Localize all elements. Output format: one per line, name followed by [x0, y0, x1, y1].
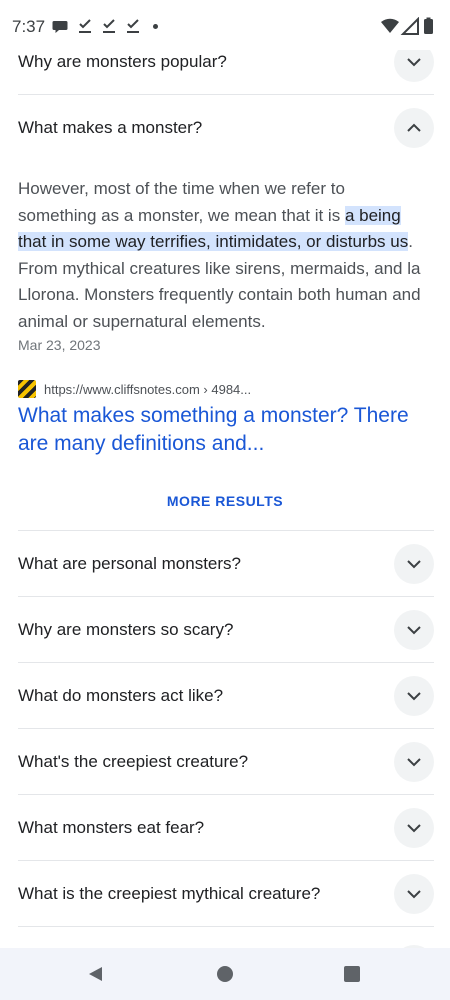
result-source[interactable]: https://www.cliffsnotes.com › 4984... [18, 379, 251, 399]
faq-question: What monsters eat fear? [18, 817, 205, 837]
chevron-down-icon[interactable] [394, 675, 434, 716]
faq-item[interactable]: What are personal monsters? [18, 531, 434, 597]
home-icon[interactable] [213, 962, 237, 986]
notification-dot-icon [153, 24, 158, 29]
check-download-icon [79, 19, 91, 33]
check-download-icon [127, 19, 139, 33]
faq-item[interactable]: Why are monsters so scary? [18, 597, 434, 663]
check-download-icon [103, 19, 115, 33]
search-results-content: Why are monsters popular? What makes a m… [0, 0, 450, 948]
faq-item[interactable]: What monsters eat fear? [18, 795, 434, 861]
faq-question: Why are monsters so scary? [18, 619, 234, 639]
faq-question: What is the creepiest mythical creature? [18, 883, 321, 903]
wifi-icon [381, 18, 399, 33]
chevron-down-icon[interactable] [394, 873, 434, 914]
faq-item-partial[interactable] [18, 927, 434, 948]
faq-item[interactable]: What's the creepiest creature? [18, 729, 434, 795]
chevron-down-icon[interactable] [394, 807, 434, 848]
recents-icon[interactable] [340, 962, 364, 986]
navigation-bar [0, 948, 450, 1000]
faq-question: What's the creepiest creature? [18, 751, 249, 771]
message-icon [52, 21, 68, 33]
result-title-link[interactable]: What makes something a monster? There ar… [18, 402, 430, 458]
site-favicon-icon [18, 380, 36, 398]
status-bar: 7:37 [0, 0, 450, 50]
faq-item-expanded[interactable]: What makes a monster? [18, 95, 434, 161]
faq-item[interactable]: What is the creepiest mythical creature? [18, 861, 434, 927]
faq-question: What are personal monsters? [18, 553, 241, 573]
answer-text-before: However, most of the time when we refer … [18, 179, 345, 225]
chevron-down-icon[interactable] [394, 609, 434, 650]
faq-question: What do monsters act like? [18, 685, 224, 705]
faq-item[interactable]: What do monsters act like? [18, 663, 434, 729]
faq-question: Why are monsters popular? [18, 51, 227, 71]
featured-answer: However, most of the time when we refer … [18, 176, 428, 335]
system-status-icons [381, 17, 433, 35]
chevron-down-icon[interactable] [394, 543, 434, 584]
status-time: 7:37 [12, 17, 46, 36]
chevron-up-icon[interactable] [394, 108, 434, 148]
battery-icon [424, 19, 433, 34]
faq-question: What makes a monster? [18, 118, 203, 137]
signal-icon [400, 17, 419, 35]
result-url[interactable]: https://www.cliffsnotes.com › 4984... [44, 382, 251, 397]
chevron-down-icon[interactable] [394, 741, 434, 782]
back-icon[interactable] [84, 962, 108, 986]
answer-date: Mar 23, 2023 [18, 337, 101, 353]
more-results-button[interactable]: MORE RESULTS [0, 493, 450, 509]
